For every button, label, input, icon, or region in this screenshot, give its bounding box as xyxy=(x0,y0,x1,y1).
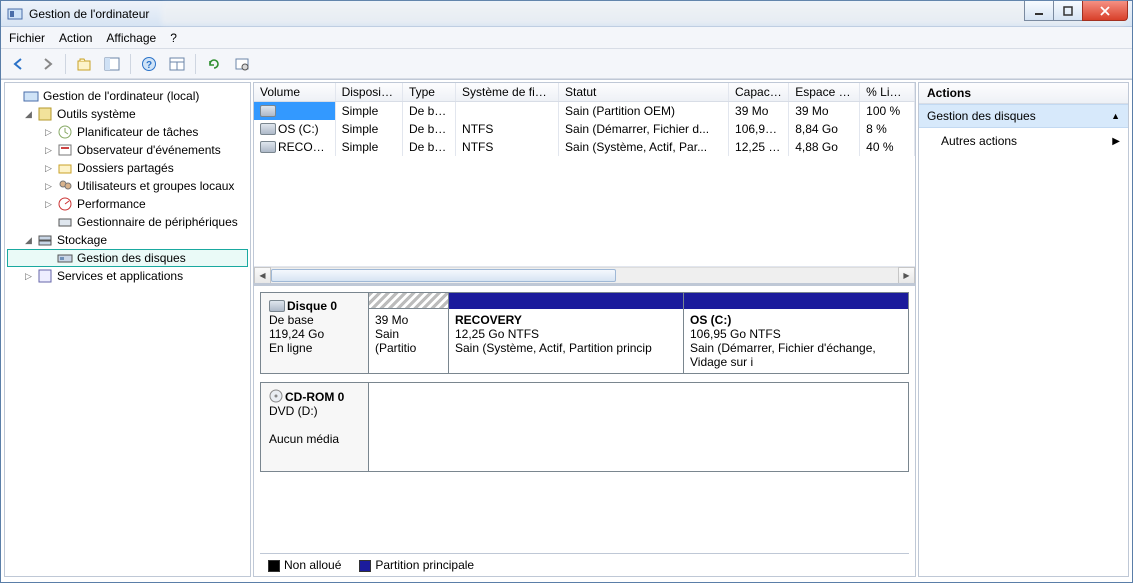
show-hide-tree-button[interactable] xyxy=(100,52,124,76)
col-volume[interactable]: Volume xyxy=(254,83,336,101)
refresh-button[interactable] xyxy=(202,52,226,76)
partition-recovery[interactable]: RECOVERY 12,25 Go NTFS Sain (Système, Ac… xyxy=(449,293,684,373)
legend: Non alloué Partition principale xyxy=(260,553,909,576)
actions-header: Actions xyxy=(919,83,1128,104)
scroll-left-arrow[interactable]: ◀ xyxy=(254,267,271,284)
forward-button[interactable] xyxy=(35,52,59,76)
disk-label: Disque 0 De base 119,24 Go En ligne xyxy=(261,293,369,373)
col-fs[interactable]: Système de fichiers xyxy=(456,83,559,101)
partition-cap xyxy=(449,293,683,309)
tree-local-users[interactable]: ▷Utilisateurs et groupes locaux xyxy=(7,177,248,195)
disk-diagram: Disque 0 De base 119,24 Go En ligne 39 M… xyxy=(254,283,915,576)
legend-swatch-unallocated xyxy=(268,560,280,572)
menu-file[interactable]: Fichier xyxy=(9,31,45,45)
svg-text:?: ? xyxy=(146,60,152,71)
volume-icon xyxy=(260,141,276,153)
navigation-tree[interactable]: Gestion de l'ordinateur (local) ◢Outils … xyxy=(4,82,251,577)
tree-shared-folders[interactable]: ▷Dossiers partagés xyxy=(7,159,248,177)
scroll-thumb[interactable] xyxy=(271,269,616,282)
tree-root[interactable]: Gestion de l'ordinateur (local) xyxy=(7,87,248,105)
legend-swatch-primary xyxy=(359,560,371,572)
actions-pane: Actions Gestion des disques ▲ Autres act… xyxy=(918,82,1129,577)
collapse-icon: ▲ xyxy=(1111,111,1120,121)
help-button[interactable]: ? xyxy=(137,52,161,76)
disk-icon xyxy=(269,300,285,312)
app-icon xyxy=(7,6,23,22)
menu-help[interactable]: ? xyxy=(170,31,177,45)
tree-system-tools[interactable]: ◢Outils système xyxy=(7,105,248,123)
actions-selected[interactable]: Gestion des disques ▲ xyxy=(919,104,1128,128)
window-title: Gestion de l'ordinateur xyxy=(29,7,149,21)
partition-os[interactable]: OS (C:) 106,95 Go NTFS Sain (Démarrer, F… xyxy=(684,293,908,373)
up-button[interactable] xyxy=(72,52,96,76)
volume-icon xyxy=(260,123,276,135)
disk-row-disk0[interactable]: Disque 0 De base 119,24 Go En ligne 39 M… xyxy=(260,292,909,374)
volume-row[interactable]: RECOVERY Simple De base NTFS Sain (Systè… xyxy=(254,138,915,156)
menu-view[interactable]: Affichage xyxy=(106,31,156,45)
chevron-right-icon: ▶ xyxy=(1112,136,1120,147)
background-blur xyxy=(161,3,1126,25)
volume-row[interactable]: OS (C:) Simple De base NTFS Sain (Démarr… xyxy=(254,120,915,138)
main-content: Volume Disposition Type Système de fichi… xyxy=(253,82,916,577)
toolbar: ? xyxy=(1,49,1132,79)
volume-row[interactable]: Simple De base Sain (Partition OEM) 39 M… xyxy=(254,102,915,120)
col-capacity[interactable]: Capacité xyxy=(729,83,789,101)
tree-event-viewer[interactable]: ▷Observateur d'événements xyxy=(7,141,248,159)
properties-button[interactable] xyxy=(165,52,189,76)
minimize-button[interactable] xyxy=(1024,1,1054,21)
titlebar[interactable]: Gestion de l'ordinateur xyxy=(1,1,1132,27)
maximize-button[interactable] xyxy=(1053,1,1083,21)
col-status[interactable]: Statut xyxy=(559,83,729,101)
volume-icon xyxy=(260,105,276,117)
menu-action[interactable]: Action xyxy=(59,31,92,45)
partition-oem[interactable]: 39 Mo Sain (Partitio xyxy=(369,293,449,373)
volume-list-header[interactable]: Volume Disposition Type Système de fichi… xyxy=(254,83,915,102)
back-button[interactable] xyxy=(7,52,31,76)
close-button[interactable] xyxy=(1082,1,1128,21)
tree-device-manager[interactable]: Gestionnaire de périphériques xyxy=(7,213,248,231)
col-layout[interactable]: Disposition xyxy=(336,83,403,101)
cdrom-icon xyxy=(269,389,283,403)
partition-cap xyxy=(369,293,448,309)
partition-cap xyxy=(684,293,908,309)
horizontal-scrollbar[interactable]: ◀ ▶ xyxy=(254,266,915,283)
disk-row-cdrom[interactable]: CD-ROM 0 DVD (D:) Aucun média xyxy=(260,382,909,472)
tree-storage[interactable]: ◢Stockage xyxy=(7,231,248,249)
volume-list[interactable]: Volume Disposition Type Système de fichi… xyxy=(254,83,915,283)
col-free[interactable]: Espace libre xyxy=(789,83,860,101)
tree-disk-management[interactable]: Gestion des disques xyxy=(7,249,248,267)
tree-services-apps[interactable]: ▷Services et applications xyxy=(7,267,248,285)
actions-more[interactable]: Autres actions ▶ xyxy=(919,128,1128,154)
settings-button[interactable] xyxy=(230,52,254,76)
computer-management-window: Gestion de l'ordinateur Fichier Action A… xyxy=(0,0,1133,583)
col-pctfree[interactable]: % Libres xyxy=(860,83,915,101)
tree-performance[interactable]: ▷Performance xyxy=(7,195,248,213)
menubar: Fichier Action Affichage ? xyxy=(1,27,1132,49)
col-type[interactable]: Type xyxy=(403,83,456,101)
scroll-right-arrow[interactable]: ▶ xyxy=(898,267,915,284)
disk-label: CD-ROM 0 DVD (D:) Aucun média xyxy=(261,383,369,471)
tree-task-scheduler[interactable]: ▷Planificateur de tâches xyxy=(7,123,248,141)
